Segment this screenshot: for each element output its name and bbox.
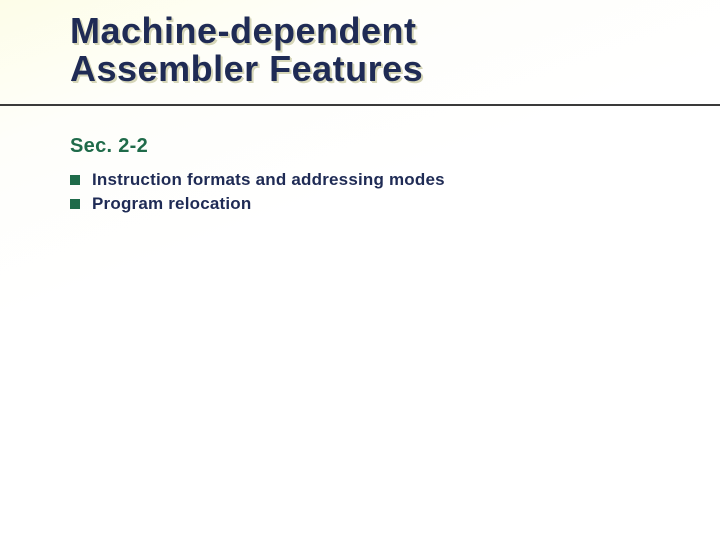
square-bullet-icon — [70, 199, 80, 209]
section-heading: Sec. 2-2 — [70, 135, 148, 158]
slide-title-line-1: Machine-dependent — [70, 12, 423, 50]
square-bullet-icon — [70, 175, 80, 185]
list-item-text: Instruction formats and addressing modes — [92, 170, 445, 190]
list-item-text: Program relocation — [92, 194, 251, 214]
slide: Machine-dependent Assembler Features Sec… — [0, 0, 720, 540]
list-item: Instruction formats and addressing modes — [70, 170, 445, 190]
slide-title-line-2: Assembler Features — [70, 50, 423, 88]
title-underline — [0, 104, 720, 106]
slide-title: Machine-dependent Assembler Features — [70, 12, 423, 88]
bullet-list: Instruction formats and addressing modes… — [70, 170, 445, 218]
list-item: Program relocation — [70, 194, 445, 214]
